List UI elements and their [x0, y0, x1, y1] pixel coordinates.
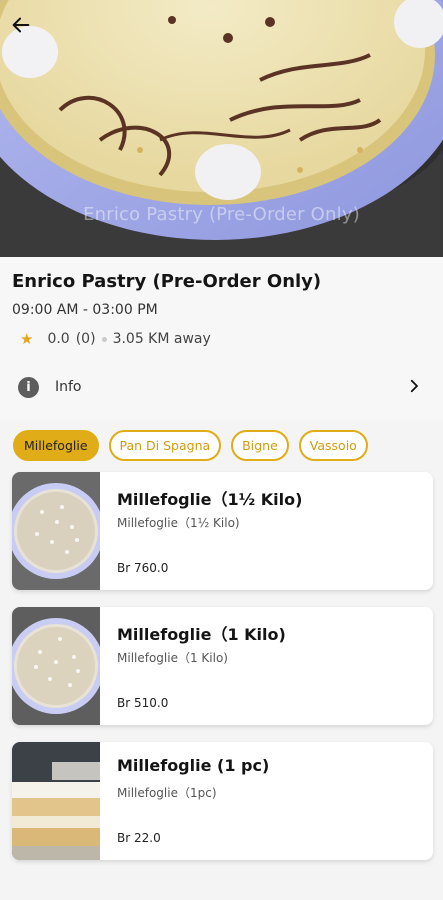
- product-image: [12, 607, 100, 725]
- product-image: [12, 742, 100, 860]
- product-subtitle: Millefoglie（1½ Kilo): [117, 516, 240, 530]
- product-card[interactable]: Millefoglie（1 Kilo) Millefoglie（1 Kilo) …: [12, 607, 433, 725]
- arrow-left-icon: [12, 17, 30, 33]
- hero-banner: Enrico Pastry (Pre-Order Only): [0, 0, 443, 257]
- product-price: Br 760.0: [117, 561, 169, 575]
- category-chip-pan-di-spagna[interactable]: Pan Di Spagna: [108, 430, 222, 461]
- category-chip-bigne[interactable]: Bigne: [231, 430, 289, 461]
- product-subtitle: Millefoglie（1pc): [117, 786, 217, 800]
- product-card[interactable]: Millefoglie (1 pc) Millefoglie（1pc) Br 2…: [12, 742, 433, 860]
- category-tabs: Millefoglie Pan Di Spagna Bigne Vassoio: [13, 430, 368, 461]
- separator-dot: [101, 336, 107, 342]
- distance: 3.05 KM away: [112, 331, 211, 347]
- chevron-right-icon: [410, 379, 418, 393]
- product-subtitle: Millefoglie（1 Kilo): [117, 651, 228, 665]
- product-card[interactable]: Millefoglie（1½ Kilo) Millefoglie（1½ Kilo…: [12, 472, 433, 590]
- back-button[interactable]: [10, 14, 50, 54]
- product-price: Br 22.0: [117, 831, 161, 845]
- product-price: Br 510.0: [117, 696, 169, 710]
- review-count: (0): [75, 331, 96, 347]
- product-image: [12, 472, 100, 590]
- hero-caption: Enrico Pastry (Pre-Order Only): [83, 204, 360, 225]
- rating-value: 0.0: [47, 331, 70, 347]
- info-row[interactable]: i Info: [0, 369, 443, 405]
- info-label: Info: [55, 379, 82, 395]
- product-title: Millefoglie（1 Kilo): [117, 625, 286, 644]
- store-info: Enrico Pastry (Pre-Order Only) 09:00 AM …: [0, 257, 443, 420]
- product-title: Millefoglie（1½ Kilo): [117, 490, 303, 509]
- category-chip-vassoio[interactable]: Vassoio: [298, 430, 368, 461]
- rating-row: ★ 0.0 (0) 3.05 KM away: [20, 330, 211, 348]
- info-icon: i: [18, 376, 39, 398]
- store-name: Enrico Pastry (Pre-Order Only): [12, 271, 322, 292]
- category-chip-millefoglie[interactable]: Millefoglie: [13, 430, 99, 461]
- store-hours: 09:00 AM - 03:00 PM: [12, 302, 158, 318]
- star-icon: ★: [20, 330, 34, 348]
- product-title: Millefoglie (1 pc): [117, 756, 270, 775]
